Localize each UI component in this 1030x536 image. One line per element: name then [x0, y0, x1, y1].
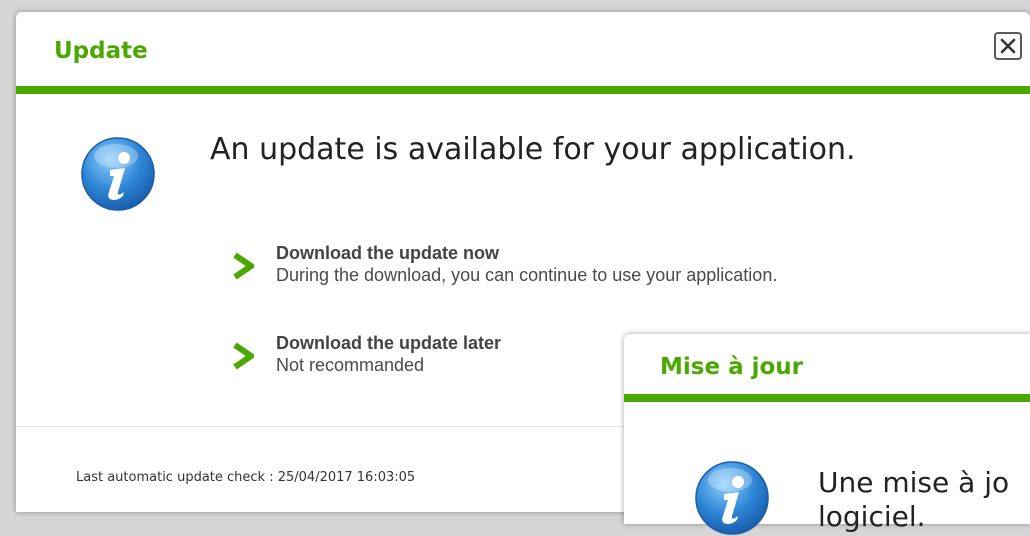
mise-a-jour-dialog: Mise à jour Une mise à jo logiciel. — [624, 334, 1030, 535]
chevron-right-icon — [233, 252, 254, 280]
dialog-header: Update — [16, 12, 1030, 94]
headline: An update is available for your applicat… — [210, 132, 856, 167]
option-title: Download the update later — [276, 333, 502, 353]
info-icon — [695, 461, 769, 535]
headline-line: logiciel. — [818, 500, 926, 533]
dialog-title: Update — [54, 38, 148, 64]
chevron-right-icon — [233, 342, 254, 370]
option-title: Download the update now — [276, 243, 499, 263]
last-update-check: Last automatic update check : 25/04/2017… — [76, 470, 416, 485]
info-icon — [81, 137, 155, 211]
dialog-header: Mise à jour — [624, 334, 1030, 402]
close-button[interactable] — [994, 32, 1022, 60]
close-icon — [1000, 38, 1016, 54]
dialog-title: Mise à jour — [660, 354, 803, 380]
option-description: During the download, you can continue to… — [276, 265, 778, 285]
option-description: Not recommanded — [276, 355, 425, 375]
headline-line: Une mise à jo — [818, 466, 1010, 499]
